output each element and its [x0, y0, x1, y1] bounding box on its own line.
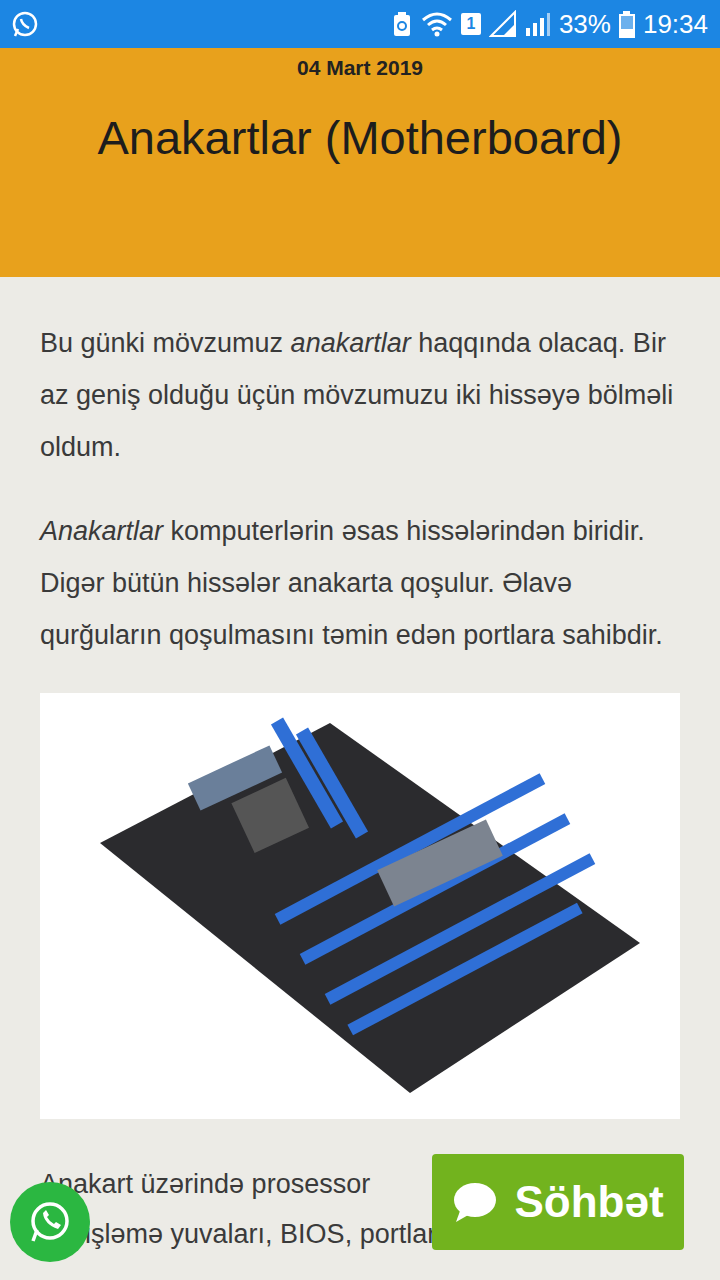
wifi-icon	[421, 11, 453, 37]
post-body: Bu günki mövzumuz anakartlar haqqında ol…	[0, 277, 720, 1259]
whatsapp-notification-icon	[10, 9, 40, 39]
paragraph-text: Anakartlar	[40, 516, 163, 546]
sim-badge: 1	[461, 13, 481, 35]
whatsapp-button[interactable]	[10, 1182, 90, 1262]
motherboard-photo	[40, 693, 680, 1119]
signal-bars-icon	[525, 10, 551, 38]
status-icons: 1 33% 19:34	[391, 5, 708, 44]
chat-label: Söhbət	[514, 1169, 663, 1235]
signal-icon	[489, 10, 517, 38]
paragraph-text: anakartlar	[291, 328, 411, 358]
data-saver-icon	[391, 10, 413, 38]
post-title: Anakartlar (Motherboard)	[20, 110, 700, 166]
chat-button[interactable]: Söhbət	[432, 1154, 684, 1250]
post-paragraph: Bu günki mövzumuz anakartlar haqqında ol…	[40, 317, 680, 473]
motherboard-picture	[40, 693, 680, 1119]
chat-bubble-icon	[452, 1181, 498, 1223]
battery-reading: 33%	[559, 5, 611, 44]
battery-track	[619, 14, 635, 38]
post-header: 04 Mart 2019 Anakartlar (Motherboard)	[0, 48, 720, 277]
post-paragraph: Anakartlar komputerlərin əsas hissələrin…	[40, 505, 680, 661]
paragraph-text: Bu günki mövzumuz	[40, 328, 291, 358]
battery-fill	[621, 29, 633, 36]
clock: 19:34	[643, 5, 708, 44]
status-bar: 1 33% 19:34	[0, 0, 720, 48]
post-date: 04 Mart 2019	[20, 56, 700, 80]
battery-icon	[619, 11, 635, 38]
whatsapp-icon	[27, 1199, 73, 1245]
